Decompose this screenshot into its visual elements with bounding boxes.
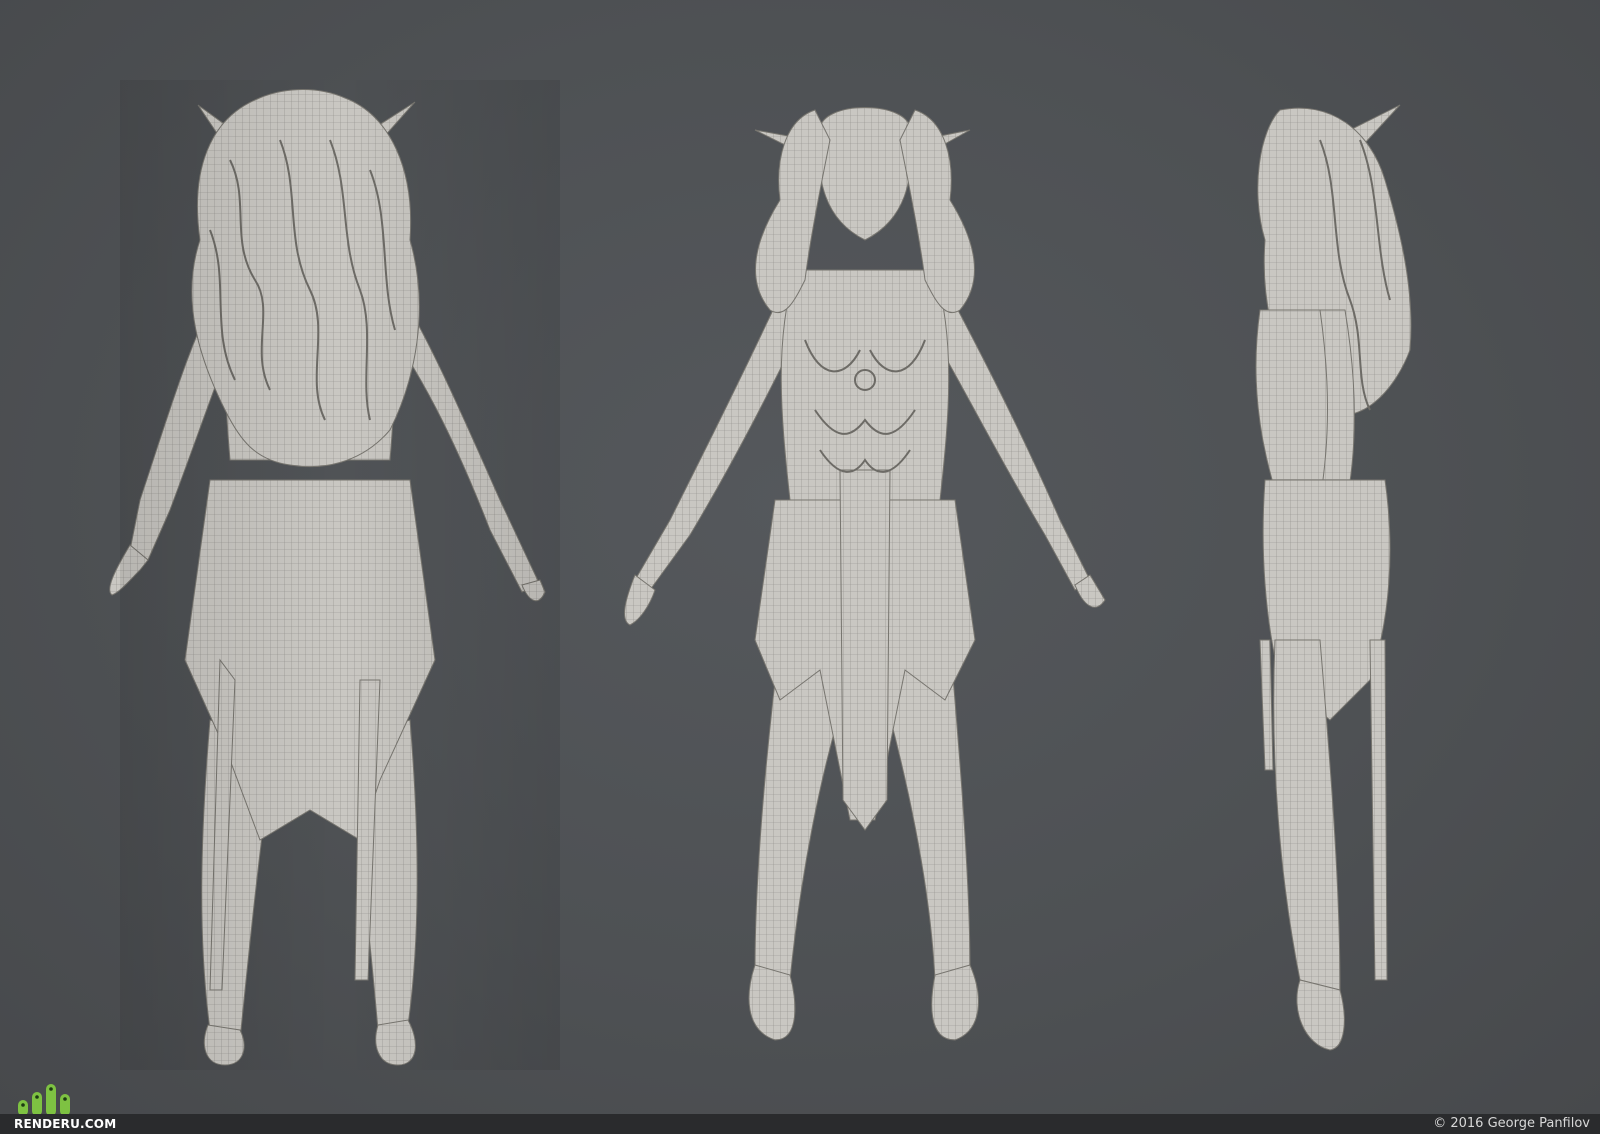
character-front-view: [605, 80, 1125, 1070]
character-back-view: [60, 80, 560, 1070]
copyright-text: © 2016 George Panfilov: [1433, 1116, 1590, 1131]
logo-text[interactable]: RENDERU.COM: [14, 1115, 116, 1133]
character-side-view: [1220, 80, 1460, 1070]
render-viewport: [0, 0, 1600, 1114]
footer-bar: [0, 1114, 1600, 1134]
